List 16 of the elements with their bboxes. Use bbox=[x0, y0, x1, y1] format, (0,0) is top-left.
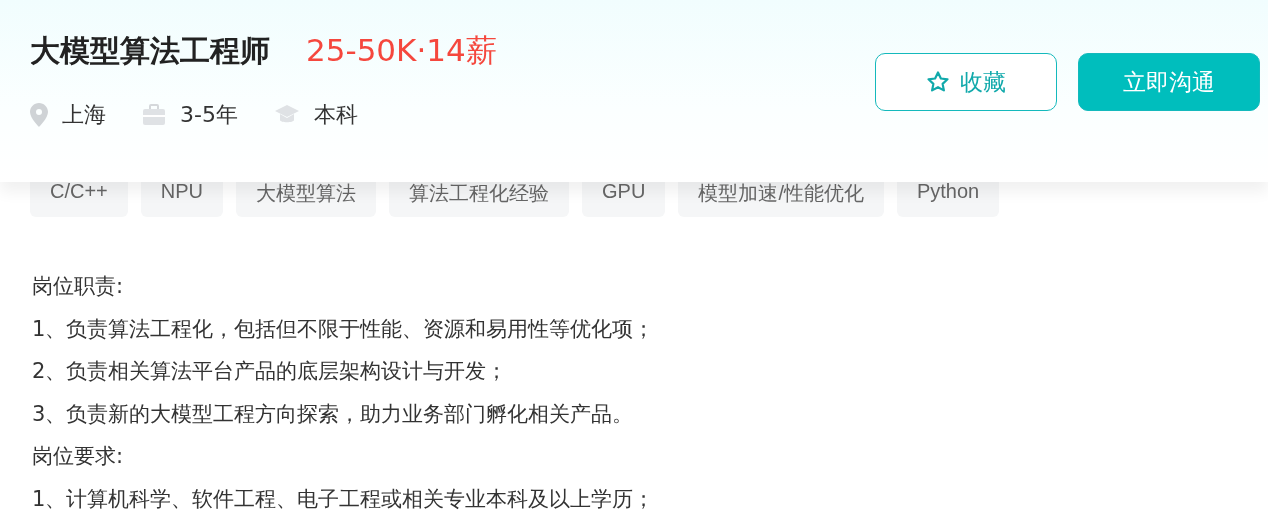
meta-text: 本科 bbox=[313, 101, 358, 129]
description-line: 岗位职责: bbox=[32, 273, 125, 300]
meta-text: 上海 bbox=[62, 101, 106, 129]
briefcase-icon bbox=[142, 104, 166, 126]
description-line: 1、计算机科学、软件工程、电子工程或相关专业本科及以上学历； bbox=[32, 485, 656, 513]
meta-text: 3-5年 bbox=[180, 101, 238, 129]
salary: 25-50K·14薪 bbox=[306, 31, 497, 70]
description-line: 岗位要求: bbox=[32, 443, 125, 470]
favorite-button[interactable]: 收藏 bbox=[875, 53, 1057, 111]
location-pin-icon bbox=[30, 103, 48, 127]
description-line: 2、负责相关算法平台产品的底层架构设计与开发； bbox=[32, 358, 509, 385]
description-line: 1、负责算法工程化，包括但不限于性能、资源和易用性等优化项； bbox=[32, 315, 656, 343]
job-title: 大模型算法工程师 bbox=[30, 31, 270, 70]
star-icon bbox=[926, 70, 950, 94]
description-line: 3、负责新的大模型工程方向探索，助力业务部门孵化相关产品。 bbox=[32, 400, 635, 428]
chat-now-button[interactable]: 立即沟通 bbox=[1078, 53, 1260, 111]
